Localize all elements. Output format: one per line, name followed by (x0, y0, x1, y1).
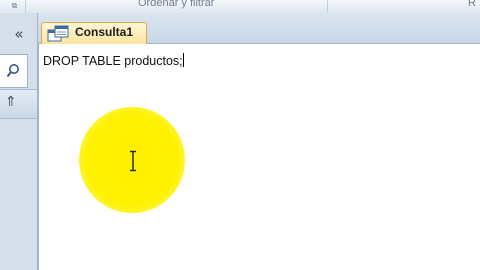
collapse-pane-button[interactable]: « (8, 24, 30, 44)
expand-section-icon: ⇑ (5, 94, 17, 110)
navigation-section-header[interactable]: ⇑ (0, 89, 37, 119)
navigation-search-field[interactable] (0, 54, 28, 88)
tab-label: Consulta1 (75, 25, 134, 39)
query-icon (47, 25, 69, 42)
navigation-pane: « ⇑ (0, 13, 38, 270)
ribbon-divider (327, 0, 328, 13)
ribbon-divider (25, 0, 26, 13)
tab-consulta1[interactable]: Consulta1 (41, 22, 147, 45)
ribbon-group-partial: R (468, 0, 476, 9)
sql-text: DROP TABLE productos; (43, 54, 183, 68)
ibeam-cursor-icon (130, 150, 136, 172)
ribbon-group-sort-filter: Ordenar y filtrar (138, 0, 215, 9)
sql-statement-line: DROP TABLE productos; (43, 53, 184, 68)
dialog-launcher-icon[interactable]: ⧉ (10, 1, 19, 10)
document-tab-bar: Consulta1 (38, 13, 480, 45)
search-icon (6, 64, 19, 78)
text-caret (182, 53, 184, 67)
ribbon-strip: ⧉ Ordenar y filtrar R (0, 0, 480, 14)
